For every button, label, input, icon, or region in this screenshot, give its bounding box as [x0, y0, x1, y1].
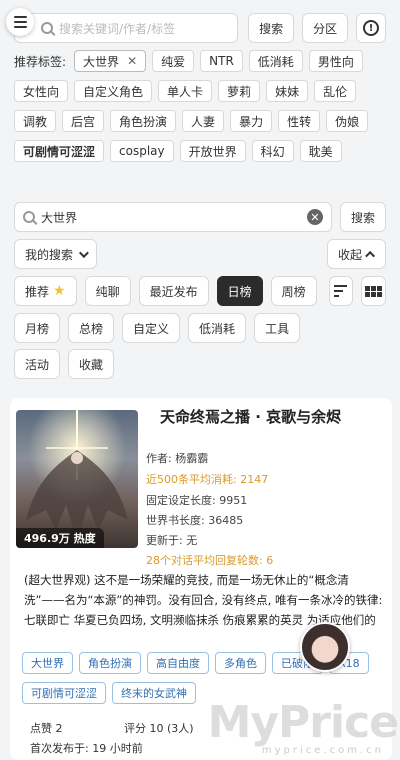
chevron-down-icon: [78, 247, 89, 258]
search-placeholder: 搜索关键词/作者/标签: [59, 21, 176, 36]
filter-total[interactable]: 总榜: [68, 313, 115, 343]
search-icon: [23, 211, 35, 223]
card-avg-cost: 近500条平均消耗: 2147: [146, 473, 269, 486]
tag-item[interactable]: 低消耗: [248, 50, 303, 72]
chevron-up-icon: [365, 250, 376, 261]
clear-icon[interactable]: ✕: [306, 209, 323, 225]
remove-tag-icon[interactable]: ✕: [127, 54, 137, 68]
tag-item[interactable]: 男性向: [308, 50, 363, 72]
tag-item[interactable]: 纯爱: [152, 50, 195, 72]
tag-item[interactable]: 妹妹: [266, 80, 309, 102]
floating-avatar[interactable]: [300, 622, 350, 672]
card-tag[interactable]: 终末的女武神: [112, 682, 196, 704]
card-tag[interactable]: 角色扮演: [79, 652, 141, 674]
tag-item[interactable]: cosplay: [110, 140, 174, 162]
filter-recommend[interactable]: 推荐 ★: [14, 276, 77, 306]
tags-label: 推荐标签:: [14, 54, 67, 69]
tag-search-input[interactable]: 大世界 ✕: [14, 202, 332, 232]
tag-item[interactable]: NTR: [200, 50, 243, 72]
tag-item[interactable]: 暴力: [230, 110, 273, 132]
filter-recent[interactable]: 最近发布: [138, 276, 209, 306]
menu-icon: [13, 16, 27, 18]
card-first-published: 首次发布于: 19 小时前: [30, 742, 143, 755]
card-tag[interactable]: 多角色: [215, 652, 266, 674]
card-description: (超大世界观) 这不是一场荣耀的竞技, 而是一场无休止的“概念清洗”——名为“本…: [24, 573, 383, 627]
info-button[interactable]: !: [356, 13, 386, 43]
card-updated: 更新于: 无: [146, 534, 198, 547]
filter-weekly[interactable]: 周榜: [270, 276, 317, 306]
filter-custom[interactable]: 自定义: [122, 313, 181, 343]
cover-image[interactable]: 496.9万 热度: [16, 410, 138, 548]
card-tag[interactable]: 高自由度: [147, 652, 209, 674]
tag-item[interactable]: 调教: [14, 110, 57, 132]
grid-icon: [365, 285, 383, 297]
search-button[interactable]: 搜索: [248, 13, 295, 43]
tag-search-button[interactable]: 搜索: [339, 202, 386, 232]
tag-selected[interactable]: 大世界 ✕: [74, 50, 147, 72]
card-tag[interactable]: 大世界: [22, 652, 73, 674]
menu-button[interactable]: [6, 8, 34, 36]
star-icon: ★: [53, 283, 66, 299]
filter-tools[interactable]: 工具: [254, 313, 301, 343]
grid-view-button[interactable]: [361, 276, 386, 306]
filter-chat[interactable]: 纯聊: [84, 276, 131, 306]
tag-item[interactable]: 角色扮演: [110, 110, 177, 132]
card-tag[interactable]: 可剧情可涩涩: [22, 682, 106, 704]
sort-icon: [334, 285, 348, 297]
info-icon: !: [363, 20, 380, 36]
watermark-url: myprice.com.cn: [261, 745, 384, 756]
recommended-tags: 推荐标签: 大世界 ✕ 纯爱 NTR 低消耗 男性向 女性向 自定义角色 单人卡…: [14, 50, 390, 162]
card-avg-rounds: 28个对话平均回复轮数: 6: [146, 554, 274, 567]
card-fixed-length: 固定设定长度: 9951: [146, 494, 248, 507]
tag-item[interactable]: 后宫: [62, 110, 105, 132]
filter-low-cost[interactable]: 低消耗: [188, 313, 247, 343]
my-search-dropdown[interactable]: 我的搜索: [14, 239, 98, 269]
filter-favorites[interactable]: 收藏: [68, 349, 115, 379]
filter-events[interactable]: 活动: [14, 349, 61, 379]
tag-item[interactable]: 单人卡: [158, 80, 213, 102]
search-icon: [41, 22, 53, 34]
search-input[interactable]: 搜索关键词/作者/标签: [14, 13, 239, 43]
collapse-button[interactable]: 收起: [326, 239, 386, 269]
tag-search-value: 大世界: [41, 210, 78, 225]
filter-daily[interactable]: 日榜: [216, 276, 263, 306]
category-button[interactable]: 分区: [302, 13, 349, 43]
tag-item[interactable]: 可剧情可涩涩: [14, 140, 105, 162]
tag-item[interactable]: 耽美: [299, 140, 342, 162]
card-rating: 评分 10 (3人): [124, 722, 194, 735]
card-author: 作者: 杨霸霸: [146, 452, 209, 465]
tag-item[interactable]: 科幻: [251, 140, 294, 162]
tag-item[interactable]: 人妻: [182, 110, 225, 132]
tag-item[interactable]: 性转: [278, 110, 321, 132]
tag-item[interactable]: 自定义角色: [74, 80, 153, 102]
filter-monthly[interactable]: 月榜: [14, 313, 61, 343]
tag-item[interactable]: 乱伦: [314, 80, 357, 102]
card-likes: 点赞 2: [30, 722, 63, 735]
tag-item[interactable]: 女性向: [14, 80, 69, 102]
card-world-length: 世界书长度: 36485: [146, 514, 244, 527]
sort-button[interactable]: [328, 276, 354, 306]
tag-item[interactable]: 开放世界: [179, 140, 246, 162]
tag-item[interactable]: 萝莉: [218, 80, 261, 102]
tag-item[interactable]: 伪娘: [326, 110, 369, 132]
card-title[interactable]: 天命终焉之播 · 哀歌与余烬: [160, 406, 341, 427]
heat-badge: 496.9万 热度: [16, 528, 104, 548]
watermark-logo: MyPrice: [207, 697, 399, 748]
